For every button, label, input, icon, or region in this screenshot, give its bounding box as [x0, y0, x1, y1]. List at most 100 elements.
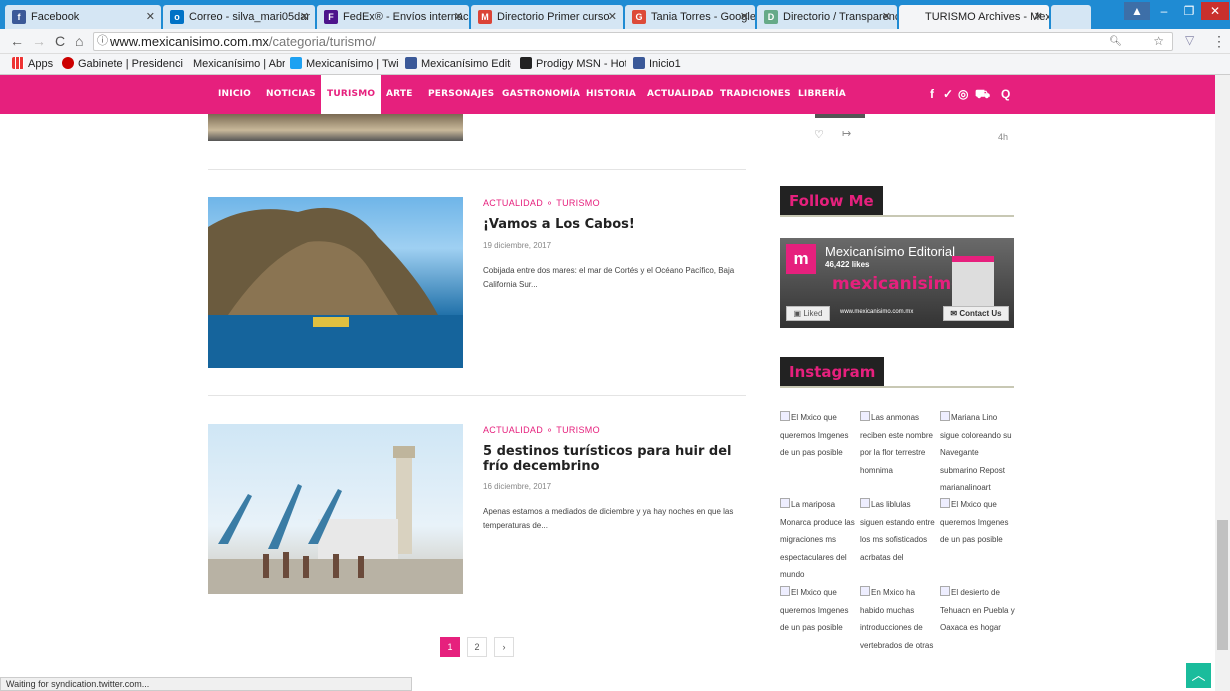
fb-page-name[interactable]: Mexicanísimo Editorial: [825, 244, 955, 259]
browser-tab[interactable]: F FedEx® - Envíos internac ✕: [317, 5, 469, 29]
broken-image-icon: [780, 586, 790, 596]
close-tab-icon[interactable]: ✕: [146, 5, 155, 29]
close-tab-icon[interactable]: ✕: [300, 5, 309, 29]
bookmark-item[interactable]: Mexicanísimo | Twitte: [290, 57, 398, 72]
post-image-los-cabos[interactable]: [208, 197, 463, 368]
nav-tradiciones[interactable]: TRADICIONES: [720, 75, 791, 114]
forward-icon[interactable]: →: [32, 33, 46, 49]
back-icon[interactable]: ←: [10, 33, 24, 49]
search-icon[interactable]: Q: [1001, 75, 1010, 114]
fb-contact-button[interactable]: ✉ Contact Us: [943, 306, 1009, 321]
browser-tab[interactable]: G Tania Torres - Google+ ✕: [625, 5, 755, 29]
post-image-destinos[interactable]: [208, 424, 463, 594]
bookmark-item[interactable]: Inicio1: [633, 57, 681, 72]
post-separator: [208, 169, 746, 170]
restore-icon[interactable]: ❐: [1176, 2, 1202, 20]
facebook-icon[interactable]: f: [930, 75, 934, 114]
post-categories[interactable]: ACTUALIDAD ⚬ TURISMO: [483, 425, 600, 436]
post-title[interactable]: ¡Vamos a Los Cabos!: [483, 217, 745, 232]
instagram-post[interactable]: Las anmonas reciben este nombre por la f…: [860, 409, 936, 479]
nav-gastronomia[interactable]: GASTRONOMÍA: [502, 75, 580, 114]
url-path: /categoria/turismo/: [268, 34, 376, 49]
close-tab-icon[interactable]: ✕: [882, 5, 891, 29]
extension-icon[interactable]: ▽: [1185, 33, 1194, 47]
url-host: www.mexicanisimo.com.mx: [110, 34, 269, 49]
broken-image-icon: [860, 498, 870, 508]
bookmark-item[interactable]: Mexicanísimo Editoria: [405, 57, 511, 72]
menu-icon[interactable]: ⋮: [1212, 33, 1226, 50]
nav-arte[interactable]: ARTE: [386, 75, 413, 114]
post-separator: [208, 395, 746, 396]
nav-noticias[interactable]: NOTICIAS: [266, 75, 316, 114]
like-icon[interactable]: ♡: [814, 128, 824, 141]
nav-historia[interactable]: HISTORIA: [586, 75, 636, 114]
post-title[interactable]: 5 destinos turísticos para huir del frío…: [483, 444, 745, 474]
new-tab-button[interactable]: [1051, 5, 1091, 29]
instagram-post[interactable]: Las liblulas siguen estando entre los ms…: [860, 496, 936, 566]
tweet-time[interactable]: 4h: [998, 132, 1008, 142]
scrollbar-thumb[interactable]: [1217, 520, 1228, 650]
previous-post-image[interactable]: [208, 114, 463, 141]
bookmark-item[interactable]: Mexicanísimo | Abraz: [193, 57, 285, 72]
broken-image-icon: [940, 411, 950, 421]
fb-liked-button[interactable]: ▣ Liked: [786, 306, 830, 321]
zoom-icon[interactable]: 🔍︎: [1109, 33, 1122, 50]
nav-turismo[interactable]: TURISMO: [321, 75, 382, 114]
instagram-post[interactable]: La mariposa Monarca produce las migracio…: [780, 496, 856, 584]
browser-tab[interactable]: f Facebook ✕: [5, 5, 161, 29]
page-1-button[interactable]: 1: [440, 637, 460, 657]
close-tab-icon[interactable]: ✕: [740, 5, 749, 29]
post-date: 19 diciembre, 2017: [483, 241, 552, 250]
instagram-post[interactable]: El Mxico que queremos Imgenes de un pas …: [940, 496, 1016, 549]
magazine-cover: [952, 256, 994, 306]
msn-icon: [520, 57, 532, 69]
fb-brand-text: mexicanisimo: [832, 274, 963, 294]
apps-icon: [12, 57, 24, 69]
fedex-icon: F: [324, 10, 338, 24]
cart-icon[interactable]: ⛟: [975, 75, 990, 114]
widget-underline: [780, 386, 1014, 388]
nav-actualidad[interactable]: ACTUALIDAD: [647, 75, 714, 114]
user-icon[interactable]: ▲: [1124, 2, 1150, 20]
browser-tab[interactable]: o Correo - silva_mari05dar ✕: [163, 5, 315, 29]
follow-me-title: Follow Me: [780, 186, 883, 216]
close-tab-icon[interactable]: ✕: [454, 5, 463, 29]
bookmark-item[interactable]: Gabinete | Presidenci: [62, 57, 183, 72]
star-icon[interactable]: ☆: [1153, 33, 1164, 50]
gmail-icon: M: [478, 10, 492, 24]
apps-bookmark[interactable]: Apps: [12, 57, 53, 72]
facebook-page-widget[interactable]: m Mexicanísimo Editorial 46,422 likes me…: [780, 238, 1014, 328]
twitter-icon[interactable]: ✓: [943, 75, 953, 114]
browser-tab-active[interactable]: TURISMO Archives - Mex ✕: [899, 5, 1049, 29]
share-icon[interactable]: ↦: [842, 127, 851, 140]
minimize-icon[interactable]: –: [1151, 2, 1177, 20]
browser-tab[interactable]: D Directorio / Transparenci ✕: [757, 5, 897, 29]
instagram-post[interactable]: El Mxico que queremos Imgenes de un pas …: [780, 409, 856, 462]
instagram-post[interactable]: El desierto de Tehuacn en Puebla y Oaxac…: [940, 584, 1016, 637]
cliff-illustration: [208, 207, 463, 368]
facebook-icon: [405, 57, 417, 69]
instagram-post[interactable]: El Mxico que queremos Imgenes de un pas …: [780, 584, 856, 637]
presidencia-icon: [62, 57, 74, 69]
instagram-post[interactable]: En Mxico ha habido muchas introducciones…: [860, 584, 936, 654]
nav-personajes[interactable]: PERSONAJES: [428, 75, 494, 114]
close-tab-icon[interactable]: ✕: [608, 5, 617, 29]
browser-tab[interactable]: M Directorio Primer curso ✕: [471, 5, 623, 29]
url-input[interactable]: ⓘ www.mexicanisimo.com.mx/categoria/turi…: [93, 32, 1173, 51]
nav-libreria[interactable]: LIBRERÍA: [798, 75, 846, 114]
next-page-button[interactable]: ›: [494, 637, 514, 657]
bookmark-item[interactable]: Prodigy MSN - Hotm: [520, 57, 626, 72]
home-icon[interactable]: ⌂: [75, 33, 83, 49]
broken-image-icon: [780, 498, 790, 508]
instagram-post[interactable]: Mariana Lino sigue coloreando su Navegan…: [940, 409, 1016, 497]
broken-image-icon: [940, 586, 950, 596]
post-categories[interactable]: ACTUALIDAD ⚬ TURISMO: [483, 198, 600, 209]
reload-icon[interactable]: C: [55, 33, 65, 49]
instagram-icon[interactable]: ◎: [958, 75, 968, 114]
port-illustration: [208, 446, 463, 594]
back-to-top-button[interactable]: ︿: [1186, 663, 1211, 688]
close-window-icon[interactable]: ✕: [1201, 2, 1229, 20]
close-tab-icon[interactable]: ✕: [1034, 5, 1043, 29]
page-2-button[interactable]: 2: [467, 637, 487, 657]
nav-inicio[interactable]: INICIO: [218, 75, 251, 114]
